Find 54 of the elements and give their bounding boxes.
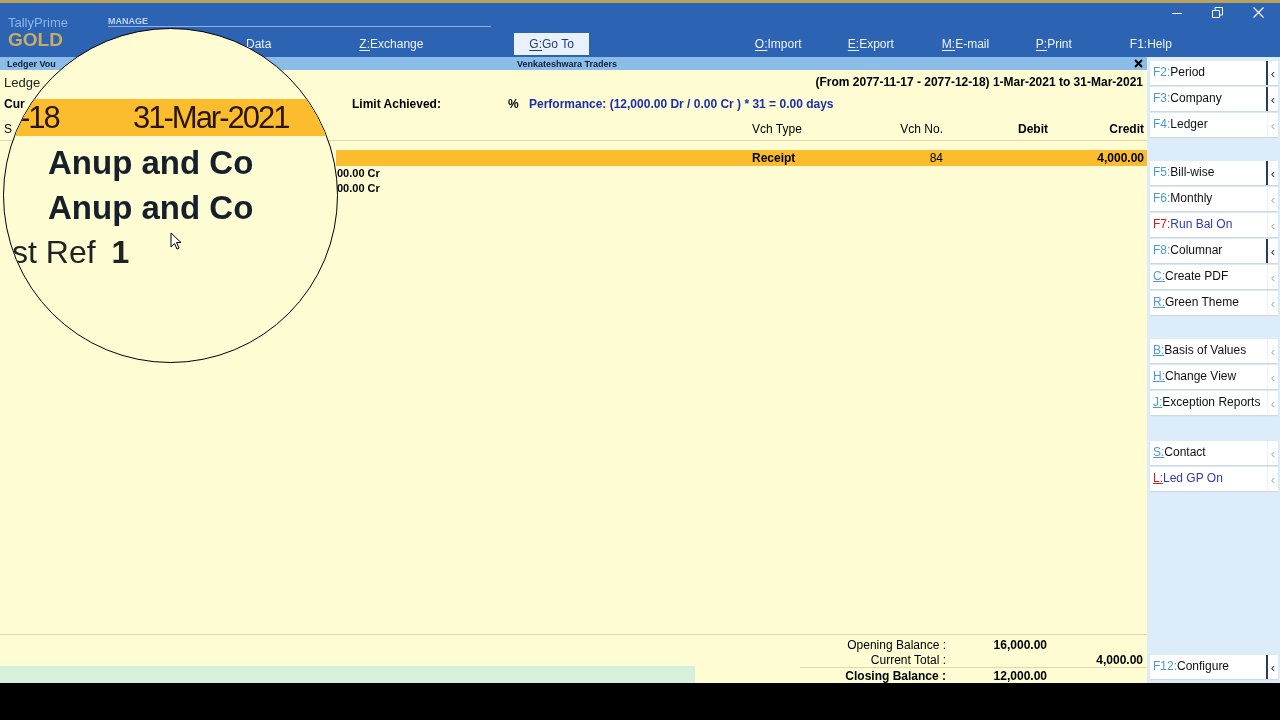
magnified-text: Anup and Co — [48, 189, 254, 227]
side-button[interactable]: F2:Period ‹ — [1150, 61, 1278, 85]
limit-unit: % — [508, 97, 520, 111]
section-label: MANAGE — [108, 16, 491, 27]
column-header: Debit — [1017, 122, 1048, 136]
side-button[interactable]: R:Green Theme ‹ — [1150, 291, 1278, 315]
menu-item[interactable]: Z:Exchange — [359, 33, 515, 55]
total-debit: 16,000.00 — [992, 637, 1047, 652]
menu-item[interactable]: O:Import — [754, 33, 848, 55]
side-button[interactable]: H:Change View ‹ — [1150, 365, 1278, 389]
total-label: Opening Balance : — [846, 637, 947, 652]
side-button[interactable]: S:Contact ‹ — [1150, 441, 1278, 465]
side-button[interactable]: F7:Run Bal On ‹ — [1150, 213, 1278, 237]
menu-item[interactable]: E:Export — [847, 33, 942, 55]
total-label: Current Total : — [869, 652, 947, 667]
column-header: Credit — [1108, 122, 1144, 136]
magnified-text: 31-Mar-2021 — [133, 99, 290, 136]
side-button[interactable]: C:Create PDF ‹ — [1150, 265, 1278, 289]
side-button[interactable]: F3:Company ‹ — [1150, 87, 1278, 111]
menu-item[interactable]: F1:Help — [1129, 33, 1172, 55]
magnified-text: Anup and Co — [48, 144, 254, 182]
menu-item[interactable]: P:Print — [1035, 33, 1130, 55]
close-icon[interactable] — [1134, 59, 1143, 68]
magnified-text: 1 — [111, 234, 130, 271]
balance-text: 00.00 Cr — [337, 182, 380, 194]
mouse-pointer-icon — [170, 232, 182, 250]
side-button[interactable]: F8:Columnar ‹ — [1150, 239, 1278, 263]
report-heading: Ledge — [4, 74, 41, 90]
menu-item[interactable]: M:E-mail — [941, 33, 1036, 55]
company-name: Venkateshwara Traders — [517, 58, 619, 69]
balance-text: 00.00 Cr — [337, 167, 380, 179]
total-credit: 4,000.00 — [1095, 652, 1143, 667]
total-debit: 12,000.00 — [992, 668, 1047, 683]
total-label: Closing Balance : — [844, 668, 947, 683]
menu-item[interactable]: G:Go To — [514, 33, 589, 55]
side-button[interactable]: B:Basis of Values ‹ — [1150, 339, 1278, 363]
side-button[interactable]: F12:Configure ‹ — [1150, 655, 1278, 679]
column-header: Vch No. — [899, 122, 944, 136]
side-button[interactable]: F6:Monthly ‹ — [1150, 187, 1278, 211]
side-button[interactable]: F5:Bill-wise ‹ — [1150, 161, 1278, 185]
info-label: Cur — [4, 97, 25, 111]
restore-icon[interactable] — [1212, 7, 1223, 18]
column-header: S — [3, 122, 13, 136]
report-title: Ledger Vou — [6, 58, 57, 69]
product-name: TallyPrime — [8, 15, 69, 30]
side-button[interactable]: L:Led GP On ‹ — [1150, 467, 1278, 491]
side-button[interactable]: F4:Ledger ‹ — [1150, 113, 1278, 137]
performance-text: Performance: (12,000.00 Dr / 0.00 Cr ) * 31 = 0.00 days — [529, 97, 834, 111]
voucher-row[interactable]: Receipt 84 4,000.00 — [336, 150, 1147, 166]
limit-label: Limit Achieved: — [352, 97, 442, 111]
period-text: (From 2077-11-17 - 2077-12-18) 1-Mar-2021 to 31-Mar-2021 — [815, 75, 1143, 89]
column-header: Vch Type — [752, 122, 803, 136]
side-button[interactable]: J:Exception Reports ‹ — [1150, 391, 1278, 415]
edition-label: GOLD — [8, 30, 63, 50]
